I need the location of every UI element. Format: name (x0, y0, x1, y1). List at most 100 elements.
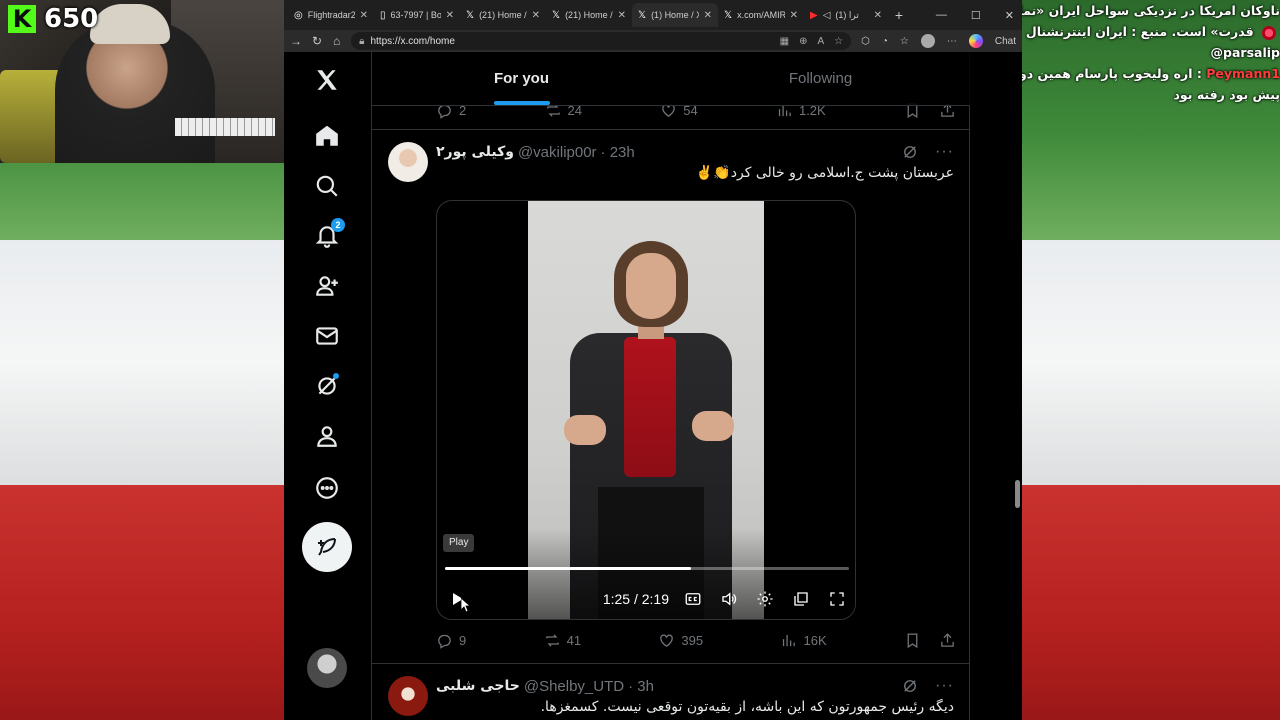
video-progress-bar[interactable] (445, 567, 849, 570)
video-player[interactable]: Play 1:25 / 2:19 (436, 200, 856, 620)
nav-explore[interactable] (307, 166, 347, 206)
profile-avatar[interactable] (920, 34, 935, 48)
fullscreen-button[interactable] (823, 585, 851, 613)
bookmark-button[interactable] (904, 632, 921, 649)
nav-more[interactable] (307, 468, 347, 508)
tab-for-you[interactable]: For you (372, 52, 671, 105)
url-field[interactable]: 🔒︎ https://x.com/home ▦ ⊕ A ☆ (351, 32, 852, 50)
chat-overlay: ناوکان امریکا در نزدیکی سواحل ایران «نما… (1014, 0, 1280, 105)
tab-title: 63-7997 | Bo (390, 10, 441, 20)
chat-text: ناوکان امریکا در نزدیکی سواحل ایران «نما… (1014, 3, 1280, 18)
tab-title: (1) Home / X (651, 10, 699, 20)
close-icon[interactable]: ✕ (532, 10, 540, 21)
zoom-icon[interactable]: ⊕ (799, 36, 807, 47)
captions-button[interactable] (679, 585, 707, 613)
browser-tab[interactable]: 𝕏 x.com/AMIR ✕ (718, 3, 804, 27)
x-logo-link[interactable] (307, 60, 347, 100)
youtube-icon: ▶ (810, 9, 818, 21)
forward-icon[interactable]: → (290, 34, 302, 48)
chat-line: قدرت» است. منبع : ایران اینترنشنال (1014, 21, 1280, 42)
views-button[interactable]: 16K (780, 632, 827, 649)
video-controls: 1:25 / 2:19 (443, 585, 851, 613)
browser-tab[interactable]: 𝕏 (21) Home / ✕ (546, 3, 632, 27)
webcam-overlay: K 650 (0, 0, 291, 163)
nav-notifications[interactable]: 2 (307, 216, 347, 256)
maximize-icon[interactable]: ☐ (971, 9, 981, 22)
author-name[interactable]: وکیلی پور۲ (436, 144, 514, 160)
close-icon[interactable]: ✕ (704, 10, 712, 21)
tab-title: Flightradar24 (307, 10, 355, 20)
nav-profile[interactable] (307, 416, 347, 456)
nav-follow[interactable] (307, 266, 347, 306)
browser-tab[interactable]: ▯ 63-7997 | Bo ✕ (374, 3, 460, 27)
more-menu-icon[interactable]: ⋯ (947, 36, 957, 47)
search-icon (316, 175, 338, 197)
grok-explain-icon[interactable] (901, 677, 919, 695)
favorite-star-icon[interactable]: ☆ (834, 36, 843, 47)
viewer-counter: K 650 (8, 4, 98, 34)
extensions-icon[interactable]: ⬡ (861, 36, 870, 47)
more-options-icon[interactable]: ··· (935, 677, 954, 695)
author-avatar[interactable] (388, 142, 428, 182)
chat-username: Peymann1 (1206, 66, 1280, 81)
settings-button[interactable] (751, 585, 779, 613)
copilot-icon[interactable] (968, 34, 983, 48)
tweet[interactable]: حاجی شلبی @Shelby_UTD · 3h ··· دیگه رئیس… (372, 664, 970, 720)
x-page: 2 2 24 54 1.2K For you Following وکیلی پ… (284, 52, 1022, 720)
author-name[interactable]: حاجی شلبی (436, 678, 520, 694)
compose-post-button[interactable] (302, 522, 352, 572)
copilot-label[interactable]: Chat (995, 36, 1016, 47)
nav-home[interactable] (307, 116, 347, 156)
repost-button[interactable]: 41 (544, 632, 581, 649)
browser-tab-active[interactable]: 𝕏 (1) Home / X ✕ (632, 3, 718, 27)
pip-button[interactable] (787, 585, 815, 613)
reply-button[interactable]: 9 (436, 632, 466, 649)
like-button[interactable]: 395 (658, 632, 703, 649)
tab-strip: ◎ Flightradar24 ✕ ▯ 63-7997 | Bo ✕ 𝕏 (21… (284, 0, 1022, 30)
close-icon[interactable]: ✕ (790, 10, 798, 21)
lock-icon: 🔒︎ (359, 35, 365, 47)
close-icon[interactable]: ✕ (446, 10, 454, 21)
tweet-time[interactable]: · 3h (628, 678, 654, 695)
read-aloud-icon[interactable]: A (817, 36, 824, 47)
x-sidebar: 2 (284, 52, 372, 720)
nav-grok[interactable] (307, 366, 347, 406)
author-handle[interactable]: @Shelby_UTD (524, 678, 624, 695)
account-avatar[interactable] (307, 648, 347, 688)
volume-button[interactable] (715, 585, 743, 613)
nav-messages[interactable] (307, 316, 347, 356)
picture-in-picture-icon (794, 592, 808, 606)
tweet-time[interactable]: · 23h (601, 144, 635, 161)
person-icon (317, 426, 337, 447)
refresh-icon[interactable]: ↻ (312, 34, 322, 48)
chat-mention: @parsalip (1210, 45, 1280, 60)
url-tools: ▦ ⊕ A ☆ (780, 36, 843, 47)
browser-tab[interactable]: ▶ ◁ (1) ترا ✕ (804, 3, 888, 27)
share-button[interactable] (939, 632, 956, 649)
browser-tab[interactable]: ◎ Flightradar24 ✕ (288, 3, 374, 27)
tweet[interactable]: وکیلی پور۲ @vakilip00r · 23h ··· عربستان… (372, 130, 970, 664)
favorites-icon[interactable]: ☆ (900, 36, 909, 47)
minimize-icon[interactable]: — (936, 9, 947, 22)
more-options-icon[interactable]: ··· (935, 143, 954, 161)
muted-speaker-icon[interactable]: ◁ (823, 10, 831, 21)
tab-following[interactable]: Following (671, 52, 970, 105)
x-logo-icon: 𝕏 (638, 9, 647, 21)
mail-icon (316, 327, 338, 345)
chat-line: ناوکان امریکا در نزدیکی سواحل ایران «نما… (1014, 0, 1280, 21)
author-avatar[interactable] (388, 676, 428, 716)
browser-tab[interactable]: 𝕏 (21) Home / ✕ (460, 3, 546, 27)
close-icon[interactable]: ✕ (618, 10, 626, 21)
close-window-icon[interactable]: ✕ (1005, 9, 1014, 22)
home-icon[interactable]: ⌂ (332, 34, 341, 48)
new-tab-button[interactable]: + (888, 7, 910, 23)
repost-count: 41 (566, 633, 582, 648)
close-icon[interactable]: ✕ (874, 10, 882, 21)
app-grid-icon[interactable]: ▦ (780, 36, 789, 47)
performance-icon[interactable]: ◔ (882, 36, 888, 47)
grok-explain-icon[interactable] (901, 143, 919, 161)
share-icon (941, 633, 954, 647)
scrollbar-thumb[interactable] (1015, 480, 1020, 508)
close-icon[interactable]: ✕ (360, 10, 368, 21)
author-handle[interactable]: @vakilip00r (518, 144, 597, 161)
